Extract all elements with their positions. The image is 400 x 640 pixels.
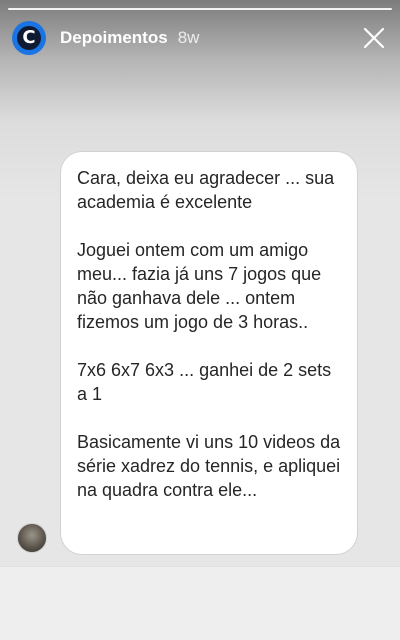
reply-area [0,566,400,640]
account-name[interactable]: Depoimentos [60,28,168,48]
message-paragraph: Basicamente vi uns 10 videos da série xa… [77,432,341,500]
account-avatar[interactable]: C [12,21,46,55]
story-header: C Depoimentos 8w [12,20,199,56]
message-paragraph: Cara, deixa eu agradecer ... sua academi… [77,168,335,212]
close-icon [363,27,385,49]
post-time: 8w [177,28,200,47]
message-paragraph: Joguei ontem com um amigo meu... fazia j… [77,240,322,332]
close-button[interactable] [360,24,388,52]
story-progress-bar [8,8,392,10]
logo-letter: C [22,27,36,48]
message-bubble: Cara, deixa eu agradecer ... sua academi… [60,151,358,555]
sender-avatar [17,523,47,553]
circle-c-logo-icon: C [17,26,41,50]
message-paragraph: 7x6 6x7 6x3 ... ganhei de 2 sets a 1 [77,360,332,404]
